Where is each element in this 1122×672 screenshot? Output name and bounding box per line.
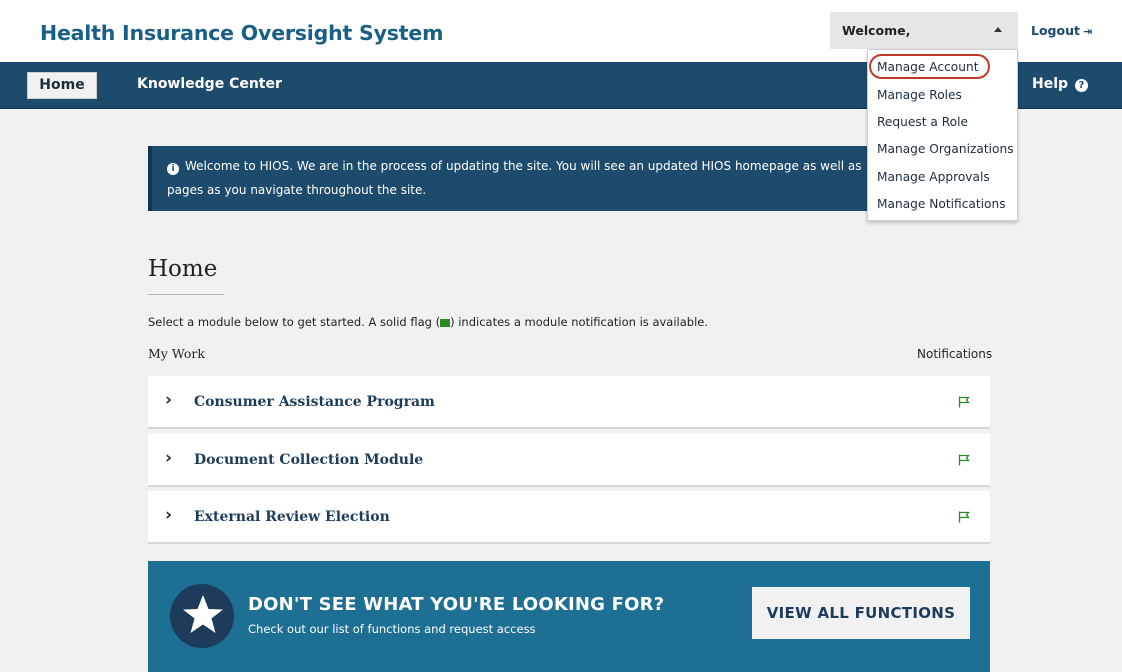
info-icon: i [167,163,179,175]
menu-item-request-role[interactable]: Request a Role [877,115,968,129]
view-all-functions-button[interactable]: VIEW ALL FUNCTIONS [752,587,970,639]
chevron-right-icon: › [165,390,173,410]
title-underline [148,294,224,295]
solid-flag-icon [440,319,451,327]
info-banner-line1: Welcome to HIOS. We are in the process o… [185,159,862,173]
outline-flag-icon [958,511,970,523]
intro-text: Select a module below to get started. A … [148,315,708,329]
info-banner-line2: pages as you navigate throughout the sit… [167,183,427,197]
nav-home-tab[interactable]: Home [27,72,97,99]
page-title: Home [148,256,218,282]
help-label: Help [1032,76,1069,92]
module-label: Document Collection Module [194,452,424,468]
promo-title: DON'T SEE WHAT YOU'RE LOOKING FOR? [248,594,665,615]
star-badge [170,584,234,648]
module-label: Consumer Assistance Program [194,394,435,410]
account-dropdown-menu: Manage Account Manage Roles Request a Ro… [867,49,1018,221]
menu-item-manage-account[interactable]: Manage Account [877,60,979,74]
outline-flag-icon [958,454,970,466]
nav-help[interactable]: Help ? [1032,76,1088,92]
module-label: External Review Election [194,509,390,525]
module-row-document-collection[interactable]: › Document Collection Module [148,434,990,487]
star-icon [183,595,223,633]
outline-flag-icon [958,396,970,408]
caret-up-icon [994,27,1002,32]
notifications-heading: Notifications [917,347,993,361]
menu-item-manage-notifications[interactable]: Manage Notifications [877,197,1006,211]
info-banner: i Welcome to HIOS. We are in the process … [148,146,888,211]
module-row-consumer-assistance[interactable]: › Consumer Assistance Program [148,376,990,429]
my-work-heading: My Work [148,346,205,361]
welcome-label: Welcome, [842,23,911,38]
promo-subtitle: Check out our list of functions and requ… [248,622,536,636]
question-circle-icon: ? [1074,79,1088,92]
menu-item-manage-roles[interactable]: Manage Roles [877,88,962,102]
intro-text-before: Select a module below to get started. A … [148,315,441,329]
welcome-menu-toggle[interactable]: Welcome, [830,12,1018,49]
module-row-external-review[interactable]: › External Review Election [148,491,990,544]
logout-label: Logout [1031,23,1080,38]
functions-promo-banner: DON'T SEE WHAT YOU'RE LOOKING FOR? Check… [148,561,990,672]
chevron-right-icon: › [165,448,173,468]
logout-link[interactable]: Logout ⇥ [1031,23,1092,38]
chevron-right-icon: › [165,505,173,525]
nav-knowledge-center[interactable]: Knowledge Center [137,76,282,92]
site-title[interactable]: Health Insurance Oversight System [40,21,443,45]
menu-item-manage-approvals[interactable]: Manage Approvals [877,170,990,184]
intro-text-after: ) indicates a module notification is ava… [450,315,709,329]
menu-item-manage-organizations[interactable]: Manage Organizations [877,142,1014,156]
sign-out-icon: ⇥ [1082,25,1093,38]
